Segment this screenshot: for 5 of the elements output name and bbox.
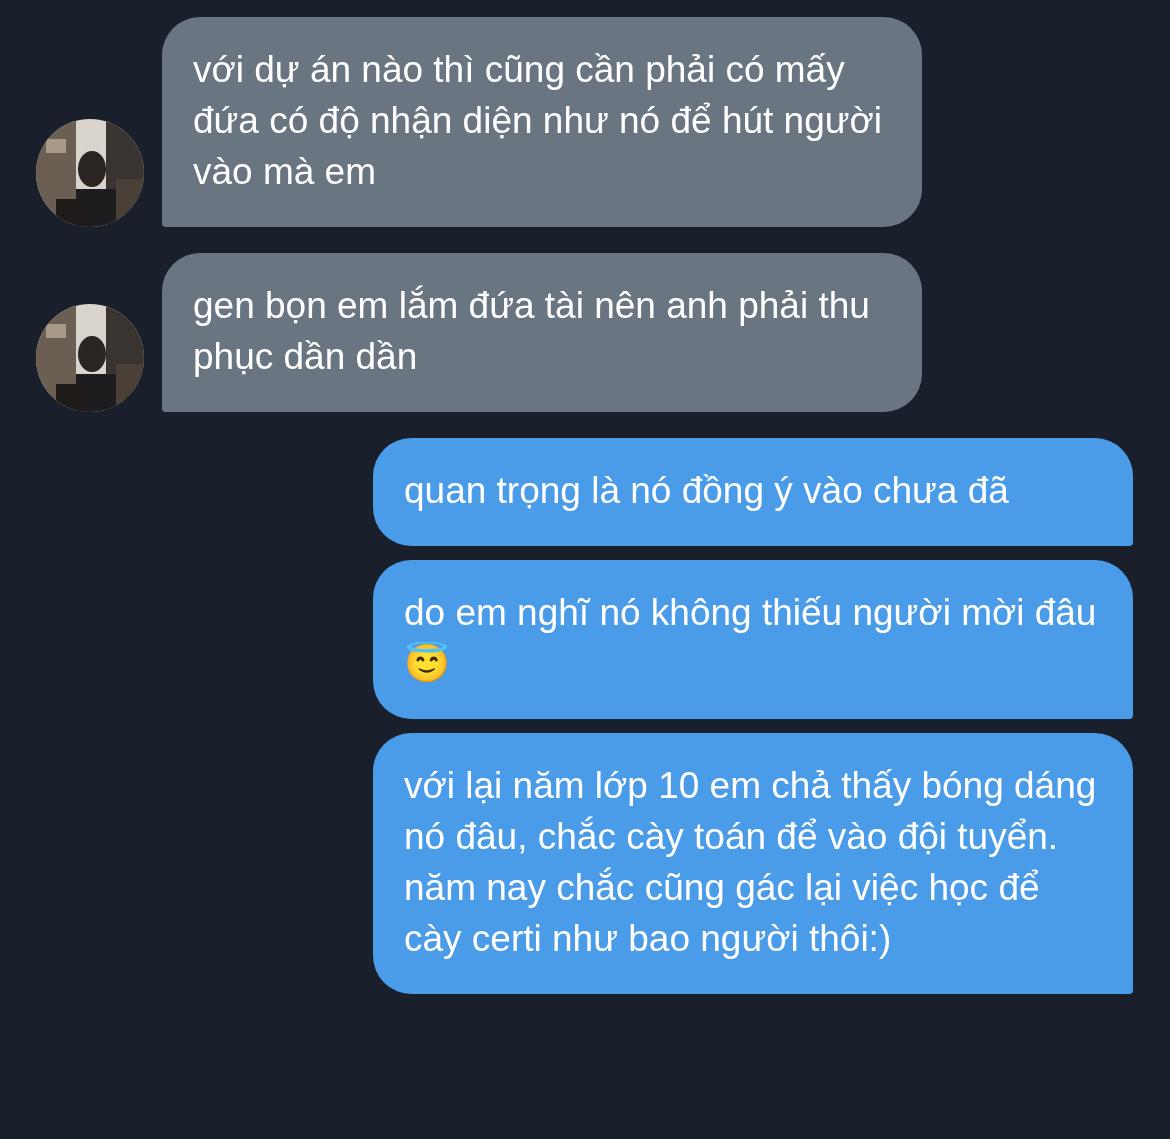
message-text: gen bọn em lắm đứa tài nên anh phải thu phục dần dần xyxy=(193,285,870,377)
message-text: với lại năm lớp 10 em chả thấy bóng dáng nó đâu, chắc cày toán để vào đội tuyển. năm nay chắc cũng gác lại việc học để cày certi như bao người thôi:) xyxy=(404,765,1097,959)
message-text: quan trọng là nó đồng ý vào chưa đã xyxy=(404,470,1009,511)
message-text: với dự án nào thì cũng cần phải có mấy đứa có độ nhận diện như nó để hút người vào mà em xyxy=(193,49,883,192)
message-text: do em nghĩ nó không thiếu người mời đâu😇 xyxy=(404,592,1097,684)
